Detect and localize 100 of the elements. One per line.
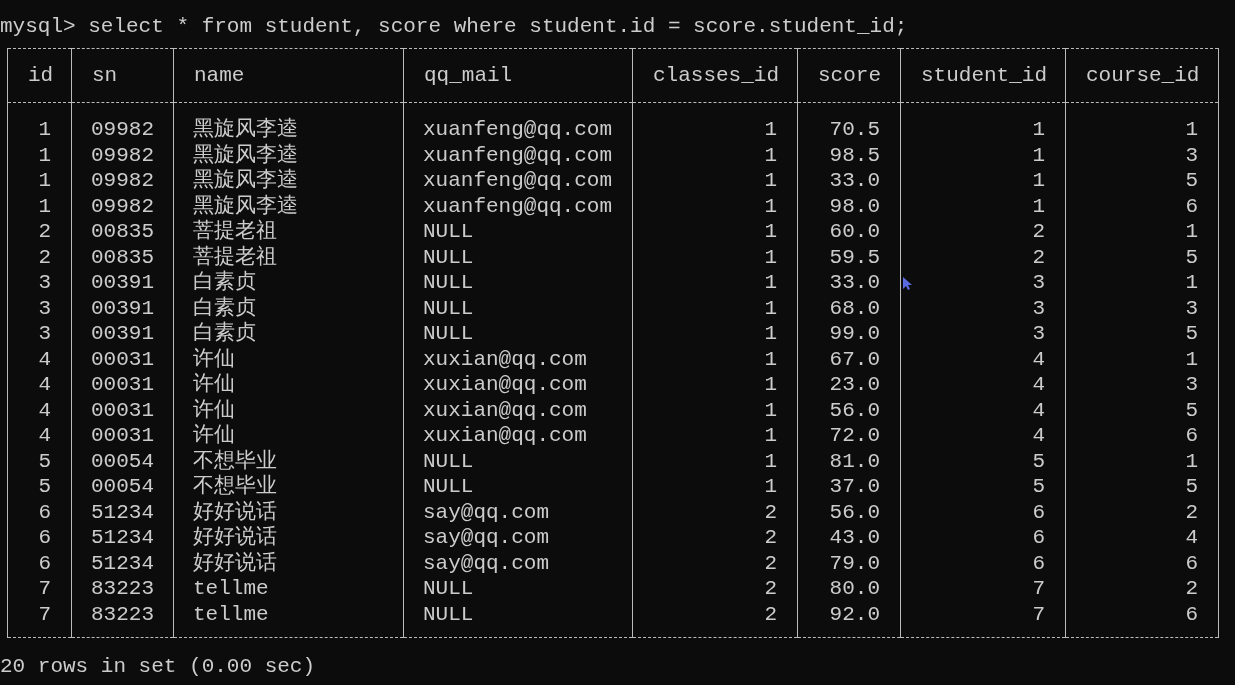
- column-header: score: [818, 64, 881, 87]
- table-cell: 6: [1185, 194, 1198, 218]
- table-cell: 00835: [91, 220, 154, 243]
- table-cell: 3: [38, 296, 51, 320]
- table-cell: 白素贞: [193, 271, 256, 294]
- column-header: qq_mail: [424, 64, 513, 87]
- table-cell: 1: [1185, 347, 1198, 371]
- table-cell: 3: [1185, 373, 1198, 396]
- table-cell: NULL: [423, 449, 474, 473]
- column-header: student_id: [921, 64, 1048, 87]
- table-cell: 56.0: [829, 398, 880, 422]
- table-cell: 菩提老祖: [193, 245, 277, 269]
- table-cell: 51234: [91, 500, 154, 524]
- table-cell: 6: [1185, 551, 1198, 575]
- table-cell: 5: [1185, 245, 1198, 269]
- table-cell: 白素贞: [193, 296, 256, 320]
- table-cell: 6: [38, 551, 51, 575]
- table-cell: 4: [1032, 424, 1045, 447]
- table-cell: 00031: [91, 398, 154, 422]
- table-cell: 60.0: [829, 220, 880, 243]
- table-cell: 7: [1032, 602, 1045, 626]
- table-cell: 1: [764, 194, 777, 218]
- table-cell: 1: [764, 373, 777, 396]
- table-cell: 37.0: [829, 475, 880, 498]
- table-cell: say@qq.com: [423, 500, 550, 524]
- table-cell: 2: [1032, 220, 1045, 243]
- table-cell: 1: [38, 143, 51, 167]
- table-cell: xuanfeng@qq.com: [423, 169, 613, 192]
- table-cell: 1: [38, 169, 51, 192]
- table-cell: 许仙: [193, 398, 235, 422]
- table-cell: 6: [1032, 526, 1045, 549]
- table-cell: 3: [38, 271, 51, 294]
- table-cell: 70.5: [829, 118, 880, 141]
- table-cell: 2: [764, 602, 777, 626]
- table-cell: 00031: [91, 424, 154, 447]
- table-cell: 00054: [91, 475, 154, 498]
- table-cell: 4: [38, 347, 51, 371]
- table-cell: 4: [1032, 373, 1045, 396]
- table-cell: NULL: [423, 602, 474, 626]
- table-cell: NULL: [423, 577, 474, 600]
- table-cell: 1: [764, 296, 777, 320]
- table-cell: 09982: [91, 194, 154, 218]
- table-cell: tellme: [193, 577, 269, 600]
- table-cell: 00391: [91, 322, 154, 345]
- table-cell: 56.0: [829, 500, 880, 524]
- table-cell: 3: [1032, 322, 1045, 345]
- table-cell: 99.0: [829, 322, 880, 345]
- table-cell: 黑旋风李逵: [193, 143, 298, 167]
- table-cell: 67.0: [829, 347, 880, 371]
- table-cell: 好好说话: [193, 551, 277, 575]
- table-cell: xuxian@qq.com: [423, 347, 587, 371]
- table-cell: 1: [764, 118, 777, 141]
- table-cell: 1: [764, 271, 777, 294]
- table-cell: 1: [764, 398, 777, 422]
- table-cell: xuanfeng@qq.com: [423, 143, 613, 167]
- table-cell: 1: [764, 424, 777, 447]
- table-cell: 6: [1032, 551, 1045, 575]
- table-cell: 2: [38, 245, 51, 269]
- table-cell: 2: [764, 526, 777, 549]
- table-cell: 1: [1032, 194, 1045, 218]
- table-cell: 1: [38, 194, 51, 218]
- table-cell: 68.0: [829, 296, 880, 320]
- table-cell: 1: [1032, 143, 1045, 167]
- table-cell: 6: [38, 500, 51, 524]
- table-cell: NULL: [423, 475, 474, 498]
- table-cell: 1: [1185, 220, 1198, 243]
- table-cell: 83223: [91, 602, 154, 626]
- table-cell: 1: [1185, 449, 1198, 473]
- table-cell: 72.0: [829, 424, 880, 447]
- table-cell: 4: [1032, 347, 1045, 371]
- table-cell: 98.5: [829, 143, 880, 167]
- table-cell: 不想毕业: [193, 449, 277, 473]
- table-cell: 5: [1032, 449, 1045, 473]
- table-cell: 00031: [91, 373, 154, 396]
- table-cell: 09982: [91, 169, 154, 192]
- table-cell: xuxian@qq.com: [423, 373, 587, 396]
- table-cell: tellme: [193, 602, 269, 626]
- table-cell: 2: [1185, 577, 1198, 600]
- table-cell: 3: [1185, 143, 1198, 167]
- result-summary: 20 rows in set (0.00 sec): [0, 654, 317, 680]
- table-cell: 00391: [91, 296, 154, 320]
- table-cell: 1: [1185, 118, 1198, 141]
- table-cell: 黑旋风李逵: [193, 118, 298, 141]
- table-cell: NULL: [423, 220, 474, 243]
- table-cell: xuanfeng@qq.com: [423, 118, 613, 141]
- table-cell: NULL: [423, 245, 474, 269]
- table-cell: 2: [38, 220, 51, 243]
- table-cell: say@qq.com: [423, 526, 550, 549]
- table-cell: 6: [38, 526, 51, 549]
- table-cell: 4: [38, 398, 51, 422]
- table-cell: xuanfeng@qq.com: [423, 194, 613, 218]
- table-cell: 81.0: [829, 449, 880, 473]
- table-cell: 1: [764, 347, 777, 371]
- table-cell: 许仙: [193, 424, 235, 447]
- table-cell: 83223: [91, 577, 154, 600]
- table-cell: 09982: [91, 118, 154, 141]
- table-cell: 好好说话: [193, 500, 277, 524]
- table-cell: 5: [1032, 475, 1045, 498]
- table-cell: say@qq.com: [423, 551, 550, 575]
- table-cell: 黑旋风李逵: [193, 194, 298, 218]
